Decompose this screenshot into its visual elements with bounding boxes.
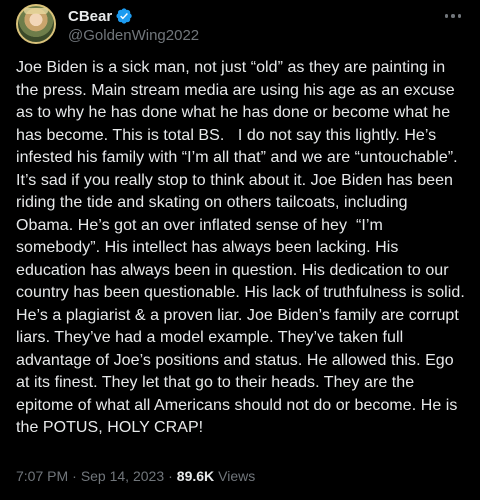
name-row: CBear — [68, 6, 133, 26]
tweet-header: CBear @GoldenWing2022 — [16, 4, 468, 52]
display-name[interactable]: CBear — [68, 8, 112, 25]
handle[interactable]: @GoldenWing2022 — [68, 27, 199, 44]
views-count[interactable]: 89.6K — [177, 468, 214, 484]
avatar-ring-decoration — [24, 8, 48, 14]
verified-badge-icon — [115, 7, 133, 25]
views-label: Views — [218, 468, 256, 484]
more-options-icon[interactable] — [438, 4, 468, 28]
tweet-text: Joe Biden is a sick man, not just “old” … — [16, 59, 474, 436]
avatar[interactable] — [16, 4, 56, 44]
tweet-meta: 7:07 PM · Sep 14, 2023 · 89.6K Views — [16, 465, 255, 487]
meta-separator: · — [72, 468, 77, 484]
tweet-time[interactable]: 7:07 PM — [16, 468, 68, 484]
meta-separator-2: · — [168, 468, 173, 484]
tweet-date[interactable]: Sep 14, 2023 — [81, 468, 164, 484]
